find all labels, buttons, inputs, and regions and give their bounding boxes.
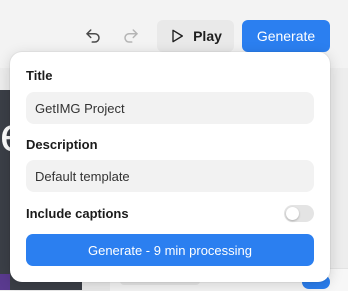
- include-captions-label: Include captions: [26, 206, 129, 221]
- toggle-knob: [286, 207, 299, 220]
- play-button-label: Play: [193, 28, 222, 44]
- description-label: Description: [26, 137, 98, 152]
- play-icon: [172, 29, 184, 43]
- undo-icon: [86, 29, 100, 43]
- title-label: Title: [26, 68, 53, 83]
- redo-icon: [124, 29, 138, 43]
- preview-accent: [0, 274, 10, 290]
- toolbar: Play Generate: [0, 20, 348, 52]
- redo-button[interactable]: [119, 24, 143, 48]
- play-button[interactable]: Play: [157, 20, 234, 52]
- description-input[interactable]: [26, 160, 314, 192]
- generate-submit-button[interactable]: Generate - 9 min processing: [26, 234, 314, 266]
- include-captions-toggle[interactable]: [284, 205, 314, 222]
- title-input[interactable]: [26, 92, 314, 124]
- generate-button[interactable]: Generate: [242, 20, 330, 52]
- undo-button[interactable]: [81, 24, 105, 48]
- generate-popover: Title Description Include captions Gener…: [10, 52, 330, 282]
